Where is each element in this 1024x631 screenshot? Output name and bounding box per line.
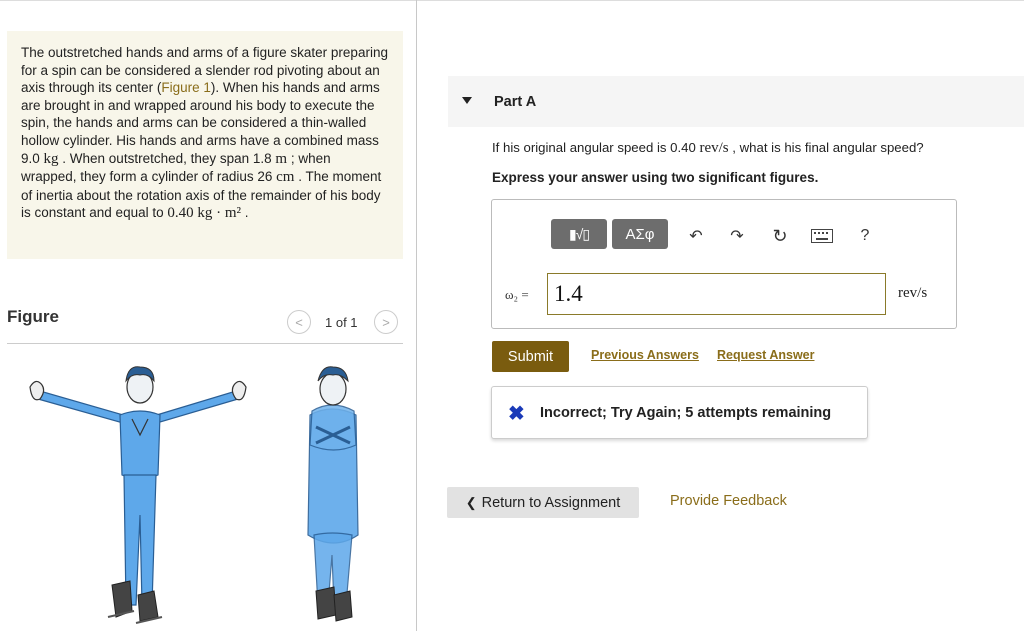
question-post: , what is his final angular speed? bbox=[728, 140, 924, 155]
chevron-right-icon: > bbox=[382, 314, 390, 330]
request-answer-link[interactable]: Request Answer bbox=[717, 348, 814, 362]
skater-wrapped-figure bbox=[307, 366, 359, 622]
reset-icon: ↻ bbox=[772, 225, 788, 246]
problem-text-segment: kg bbox=[43, 150, 59, 167]
symbols-label: ΑΣφ bbox=[625, 225, 655, 243]
question-text: If his original angular speed is 0.40 re… bbox=[492, 140, 924, 157]
incorrect-icon: ✖ bbox=[508, 403, 525, 425]
figure-skater-illustration bbox=[29, 366, 359, 624]
symbols-button[interactable]: ΑΣφ bbox=[612, 219, 668, 249]
templates-icon: ▮√▯ bbox=[568, 225, 590, 242]
undo-button[interactable]: ↶ bbox=[683, 223, 709, 249]
part-title: Part A bbox=[494, 94, 537, 110]
templates-button[interactable]: ▮√▯ bbox=[551, 219, 607, 249]
answer-instruction: Express your answer using two significan… bbox=[492, 170, 819, 185]
redo-button[interactable]: ↷ bbox=[724, 223, 750, 249]
figure-next-button[interactable]: > bbox=[374, 310, 398, 334]
keyboard-icon bbox=[811, 229, 833, 243]
undo-icon: ↶ bbox=[689, 228, 703, 245]
return-to-assignment-button[interactable]: ❮ Return to Assignment bbox=[447, 487, 639, 518]
top-border bbox=[0, 0, 1024, 1]
chevron-left-icon: < bbox=[295, 314, 303, 330]
problem-text-segment: cm bbox=[276, 169, 295, 186]
question-unit: rev/s bbox=[699, 140, 729, 156]
figure-divider bbox=[7, 343, 403, 344]
skater-outstretched-figure bbox=[29, 366, 247, 624]
help-button[interactable]: ? bbox=[852, 223, 878, 249]
redo-icon: ↷ bbox=[730, 228, 744, 245]
collapse-triangle-icon[interactable] bbox=[462, 97, 472, 104]
problem-statement: The outstretched hands and arms of a fig… bbox=[7, 31, 403, 259]
answer-unit: rev/s bbox=[898, 285, 928, 301]
keyboard-button[interactable] bbox=[809, 223, 835, 249]
figure-prev-button[interactable]: < bbox=[287, 310, 311, 334]
panel-divider bbox=[416, 0, 417, 631]
answer-input[interactable] bbox=[547, 273, 886, 315]
answer-variable-label: ω₂ = bbox=[505, 287, 529, 302]
problem-text-segment: . When outstretched, they span 1.8 bbox=[58, 150, 276, 166]
figure-pager-count: 1 of 1 bbox=[325, 315, 358, 330]
reset-button[interactable]: ↻ bbox=[767, 223, 793, 249]
question-pre: If his original angular speed is 0.40 bbox=[492, 140, 700, 155]
figure-reference-link[interactable]: Figure 1 bbox=[161, 80, 211, 95]
problem-text-segment: . bbox=[241, 205, 249, 221]
feedback-message: Incorrect; Try Again; 5 attempts remaini… bbox=[540, 405, 832, 421]
chevron-left-icon: ❮ bbox=[465, 494, 477, 510]
previous-answers-link[interactable]: Previous Answers bbox=[591, 348, 699, 362]
submit-button[interactable]: Submit bbox=[492, 341, 569, 372]
return-label: Return to Assignment bbox=[481, 494, 621, 511]
problem-text-segment: 0.40 kg · m² bbox=[167, 205, 242, 222]
provide-feedback-link[interactable]: Provide Feedback bbox=[670, 493, 787, 509]
problem-text-segment: m bbox=[275, 150, 288, 167]
figure-heading: Figure bbox=[7, 307, 59, 326]
help-icon: ? bbox=[860, 227, 870, 244]
